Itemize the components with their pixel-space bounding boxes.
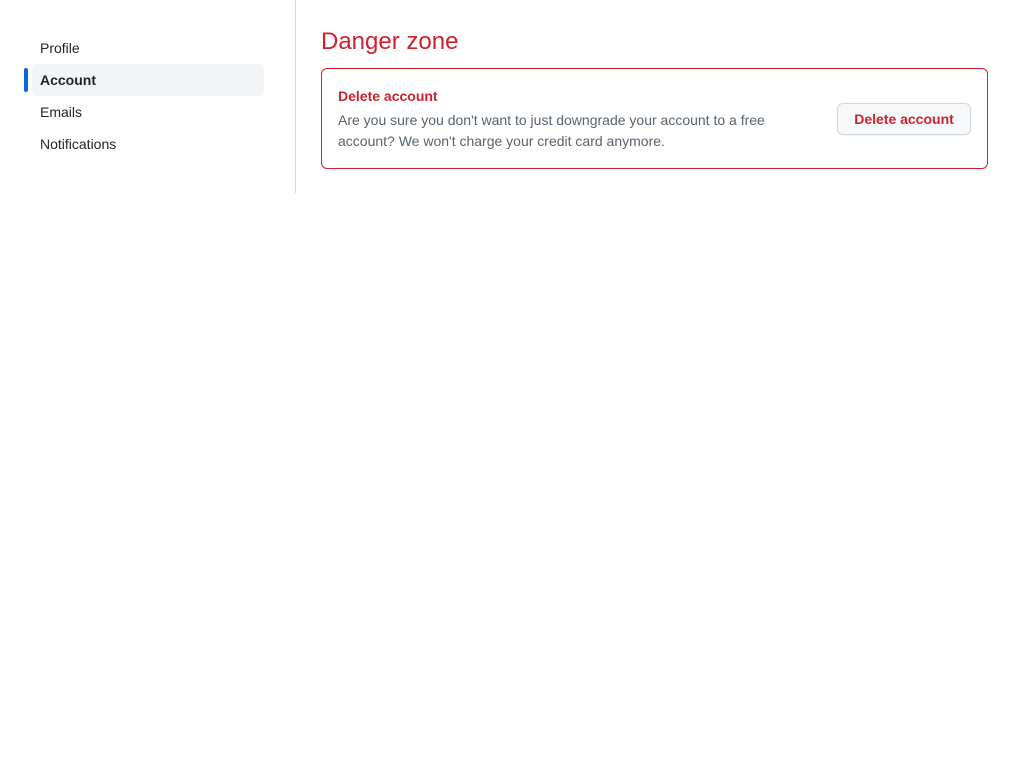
- delete-account-button[interactable]: Delete account: [837, 103, 971, 135]
- settings-sidebar: Profile Account Emails Notifications: [0, 0, 296, 193]
- sidebar-item-notifications[interactable]: Notifications: [24, 128, 264, 160]
- settings-nav-list: Profile Account Emails Notifications: [24, 32, 264, 160]
- delete-account-title: Delete account: [338, 88, 438, 104]
- page-title: Danger zone: [321, 28, 459, 55]
- sidebar-item-account[interactable]: Account: [24, 64, 264, 96]
- sidebar-item-emails[interactable]: Emails: [24, 96, 264, 128]
- active-nav-indicator: [24, 68, 28, 92]
- sidebar-item-label[interactable]: Account: [32, 64, 264, 96]
- sidebar-item-label[interactable]: Profile: [32, 32, 264, 64]
- sidebar-item-label[interactable]: Notifications: [32, 128, 264, 160]
- sidebar-item-label[interactable]: Emails: [32, 96, 264, 128]
- sidebar-item-profile[interactable]: Profile: [24, 32, 264, 64]
- danger-zone-panel: Delete account Are you sure you don't wa…: [321, 68, 988, 169]
- settings-layout: Profile Account Emails Notifications Dan…: [0, 0, 1012, 768]
- delete-account-description: Are you sure you don't want to just down…: [338, 112, 765, 149]
